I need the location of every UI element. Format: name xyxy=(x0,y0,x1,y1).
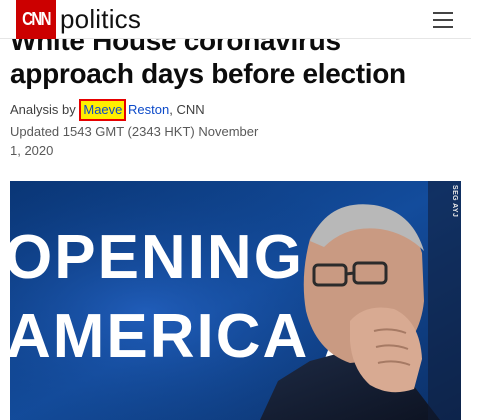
sign-text-line-1: OPENING xyxy=(10,223,304,292)
hero-image[interactable]: OPENING AMERICA A SEG AYJ xyxy=(10,181,461,420)
byline-prefix: Analysis by xyxy=(10,102,80,117)
author-first-name-link[interactable]: Maeve xyxy=(79,99,127,121)
author-last-name-link[interactable]: Reston xyxy=(128,102,169,117)
article-timestamp: Updated 1543 GMT (2343 HKT) November 1, … xyxy=(10,124,259,158)
hamburger-menu-icon[interactable] xyxy=(433,12,453,28)
byline: Analysis by Maeve Reston, CNN xyxy=(10,99,205,121)
hero-photo-illustration: OPENING AMERICA A xyxy=(10,181,461,420)
photo-credit: SEG AYJ xyxy=(451,185,458,218)
logo-text: CNN xyxy=(22,8,51,31)
cnn-logo[interactable]: CNN xyxy=(16,0,56,39)
section-name-politics[interactable]: politics xyxy=(60,3,141,35)
site-header: CNN politics xyxy=(0,0,471,39)
byline-outlet: CNN xyxy=(176,102,205,117)
